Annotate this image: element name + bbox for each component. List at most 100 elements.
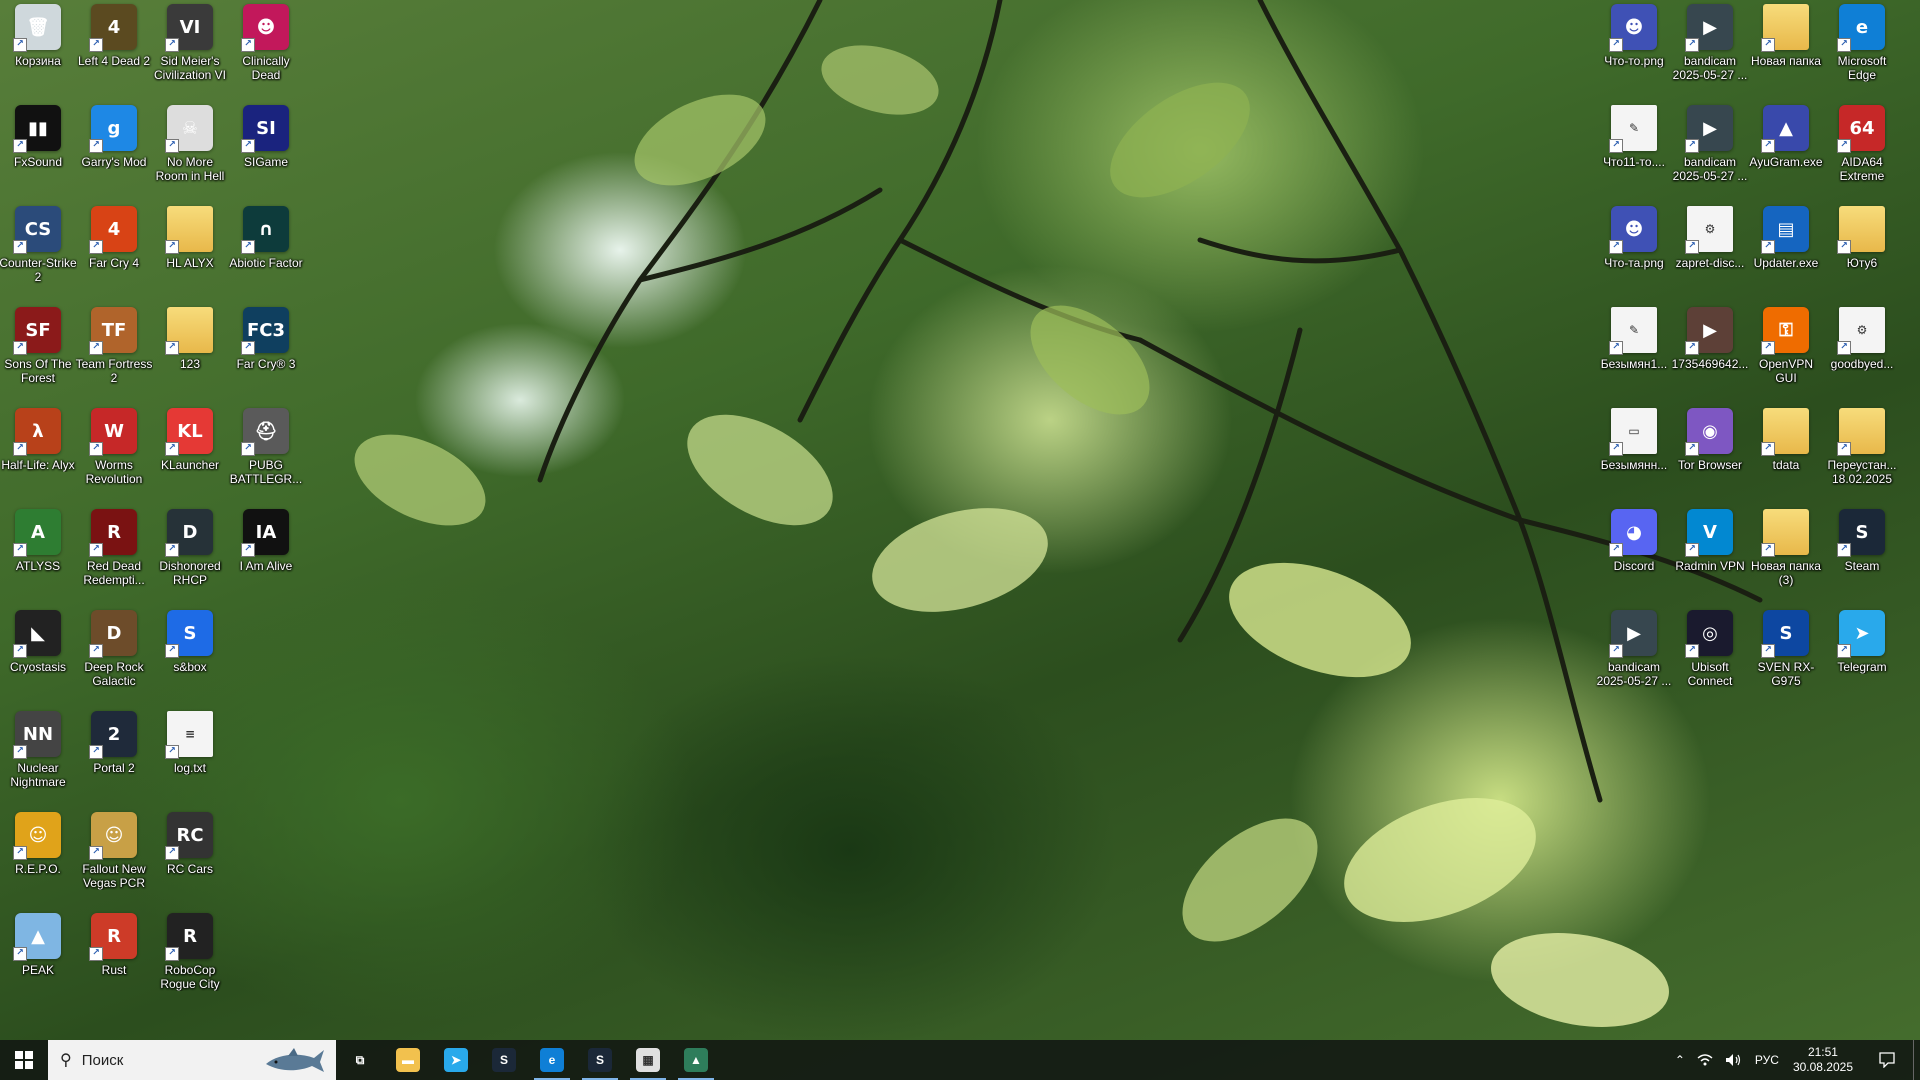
shortcut-arrow-icon: ↗ (1609, 139, 1623, 153)
start-button[interactable] (0, 1040, 48, 1080)
cs2-icon: CS ↗ (13, 206, 61, 254)
desktop-icon-label: Что-та.png (1604, 256, 1664, 270)
desktop-icon-label: log.txt (173, 761, 206, 775)
desktop-icon[interactable]: ↗ tdata (1748, 408, 1824, 508)
desktop-icon[interactable]: ▭ ↗ Безымянн... (1596, 408, 1672, 508)
desktop-icon[interactable]: V ↗ Radmin VPN (1672, 509, 1748, 609)
desktop-icon[interactable]: D ↗ Deep Rock Galactic (76, 610, 152, 710)
l4d2-icon: 4 ↗ (89, 4, 137, 52)
taskbar-app-steam[interactable]: S (576, 1040, 624, 1080)
desktop-icon[interactable]: VI ↗ Sid Meier's Civilization VI (152, 4, 228, 104)
desktop-icon[interactable]: ⛑ ↗ PUBG BATTLEGR... (228, 408, 304, 508)
desktop-icon[interactable]: ↗ Новая папка (3) (1748, 509, 1824, 609)
shortcut-arrow-icon: ↗ (1685, 543, 1699, 557)
desktop-icon[interactable]: λ ↗ Half-Life: Alyx (0, 408, 76, 508)
shortcut-arrow-icon: ↗ (165, 644, 179, 658)
desktop-icon[interactable]: S ↗ Steam (1824, 509, 1900, 609)
desktop-icon-label: Cryostasis (9, 660, 66, 674)
desktop-icon[interactable]: ☺ ↗ R.E.P.O. (0, 812, 76, 912)
desktop-icon[interactable]: ✎ ↗ Безымян1... (1596, 307, 1672, 407)
desktop-icon[interactable]: CS ↗ Counter-Strike 2 (0, 206, 77, 306)
input-language[interactable]: РУС (1749, 1040, 1785, 1080)
taskbar-app-file-explorer[interactable]: ▬ (384, 1040, 432, 1080)
desktop-icon[interactable]: S ↗ s&box (152, 610, 228, 710)
desktop-icon[interactable]: ◕ ↗ Discord (1596, 509, 1672, 609)
desktop-icon[interactable]: g ↗ Garry's Mod (76, 105, 152, 205)
desktop-icon[interactable]: ∩ ↗ Abiotic Factor (228, 206, 304, 306)
desktop-icon[interactable]: R ↗ Red Dead Redempti... (76, 509, 152, 609)
desktop-icon[interactable]: ↗ Новая папка (1748, 4, 1824, 104)
desktop-icon[interactable]: ↗ Переустан... 18.02.2025 (1824, 408, 1900, 508)
desktop-icon[interactable]: ↗ Юту6 (1824, 206, 1900, 306)
desktop-icon[interactable]: ⚙ ↗ goodbyed... (1824, 307, 1900, 407)
desktop-icon[interactable]: D ↗ Dishonored RHCP (152, 509, 228, 609)
desktop-icon[interactable]: TF ↗ Team Fortress 2 (76, 307, 152, 407)
desktop-icon[interactable]: ▶ ↗ bandicam 2025-05-27 ... (1596, 610, 1672, 710)
desktop-icon[interactable]: SF ↗ Sons Of The Forest (0, 307, 76, 407)
desktop-icon[interactable]: 64 ↗ AIDA64 Extreme (1824, 105, 1900, 205)
desktop-icon-label: Sons Of The Forest (4, 357, 72, 385)
taskbar-app-steam[interactable]: S (480, 1040, 528, 1080)
edge-icon: e (540, 1048, 564, 1072)
desktop-icon[interactable]: ▤ ↗ Updater.exe (1748, 206, 1824, 306)
notifications-icon[interactable] (1861, 1040, 1913, 1080)
desktop-icon-label: Abiotic Factor (229, 256, 303, 270)
clock[interactable]: 21:51 30.08.2025 (1785, 1045, 1861, 1075)
desktop-icon[interactable]: RC ↗ RC Cars (152, 812, 228, 912)
taskbar-app-task-view[interactable]: ⧉ (336, 1040, 384, 1080)
desktop-icon[interactable]: ▶ ↗ bandicam 2025-05-27 ... (1672, 105, 1748, 205)
desktop-icon[interactable]: NN ↗ Nuclear Nightmare (0, 711, 76, 811)
desktop-icon[interactable]: ☺ ↗ Fallout New Vegas PCR (76, 812, 152, 912)
desktop-icon[interactable]: A ↗ ATLYSS (0, 509, 76, 609)
desktop-icon[interactable]: 4 ↗ Left 4 Dead 2 (76, 4, 152, 104)
desktop-icon[interactable]: KL ↗ KLauncher (152, 408, 228, 508)
desktop-icon[interactable]: ▮▮ ↗ FxSound (0, 105, 76, 205)
desktop-icon[interactable]: ⚿ ↗ OpenVPN GUI (1748, 307, 1824, 407)
network-icon[interactable] (1691, 1040, 1719, 1080)
desktop-icon[interactable]: ≡ ↗ log.txt (152, 711, 228, 811)
desktop-icon[interactable]: FC3 ↗ Far Cry® 3 (228, 307, 304, 407)
show-desktop-button[interactable] (1913, 1040, 1920, 1080)
cryostasis-icon: ◣ ↗ (13, 610, 61, 658)
desktop-icon[interactable]: ➤ ↗ Telegram (1824, 610, 1900, 710)
volume-icon[interactable] (1719, 1040, 1749, 1080)
search-box[interactable]: ⚲ Поиск (48, 1040, 336, 1080)
desktop-icon[interactable]: ☻ ↗ Что-то.png (1596, 4, 1672, 104)
taskbar-app-ayugram[interactable]: ▲ (672, 1040, 720, 1080)
desktop-icon[interactable]: R ↗ Rust (76, 913, 152, 1013)
desktop-icon[interactable]: IA ↗ I Am Alive (228, 509, 304, 609)
desktop-icon[interactable]: ◎ ↗ Ubisoft Connect (1672, 610, 1748, 710)
desktop-icon[interactable]: ▲ ↗ AyuGram.exe (1748, 105, 1824, 205)
desktop-icon[interactable]: e ↗ Microsoft Edge (1824, 4, 1900, 104)
desktop-icon[interactable]: ☠ ↗ No More Room in Hell (152, 105, 228, 205)
desktop-icon[interactable]: ✎ ↗ Что11-то.... (1596, 105, 1672, 205)
desktop-icon[interactable]: ↗ 123 (152, 307, 228, 407)
desktop-icon[interactable]: 2 ↗ Portal 2 (76, 711, 152, 811)
shortcut-arrow-icon: ↗ (89, 543, 103, 557)
desktop-icon[interactable]: ☻ ↗ Clinically Dead (228, 4, 304, 104)
desktop-icon[interactable]: S ↗ SVEN RX-G975 (1748, 610, 1824, 710)
taskbar-app-app-window[interactable]: ▦ (624, 1040, 672, 1080)
desktop-icon[interactable]: ▶ ↗ bandicam 2025-05-27 ... (1672, 4, 1748, 104)
desktop-icon[interactable]: ☻ ↗ Что-та.png (1596, 206, 1672, 306)
desktop-icon[interactable]: ⚙ ↗ zapret-disc... (1672, 206, 1748, 306)
search-placeholder: Поиск (81, 1051, 124, 1069)
desktop-icon[interactable]: ▶ ↗ 1735469642... (1672, 307, 1748, 407)
desktop-icon[interactable]: ▲ ↗ PEAK (0, 913, 76, 1013)
taskbar-app-edge[interactable]: e (528, 1040, 576, 1080)
civ6-icon: VI ↗ (165, 4, 213, 52)
show-hidden-icons-chevron-icon[interactable]: ⌃ (1669, 1040, 1691, 1080)
desktop-icon[interactable]: ↗ HL ALYX (152, 206, 228, 306)
desktop-icon[interactable]: R ↗ RoboCop Rogue City (152, 913, 228, 1013)
shortcut-arrow-icon: ↗ (1837, 240, 1851, 254)
desktop-icon[interactable]: ◣ ↗ Cryostasis (0, 610, 76, 710)
taskbar-app-telegram[interactable]: ➤ (432, 1040, 480, 1080)
desktop-icon[interactable]: ◉ ↗ Tor Browser (1672, 408, 1748, 508)
portal2-icon: 2 ↗ (89, 711, 137, 759)
steam-icon: S (588, 1048, 612, 1072)
desktop-icon[interactable]: 🗑 ↗ Корзина (0, 4, 76, 104)
desktop-icon[interactable]: W ↗ Worms Revolution (76, 408, 152, 508)
desktop-icon[interactable]: 4 ↗ Far Cry 4 (76, 206, 152, 306)
updater-icon: ▤ ↗ (1761, 206, 1809, 254)
desktop-icon[interactable]: SI ↗ SIGame (228, 105, 304, 205)
